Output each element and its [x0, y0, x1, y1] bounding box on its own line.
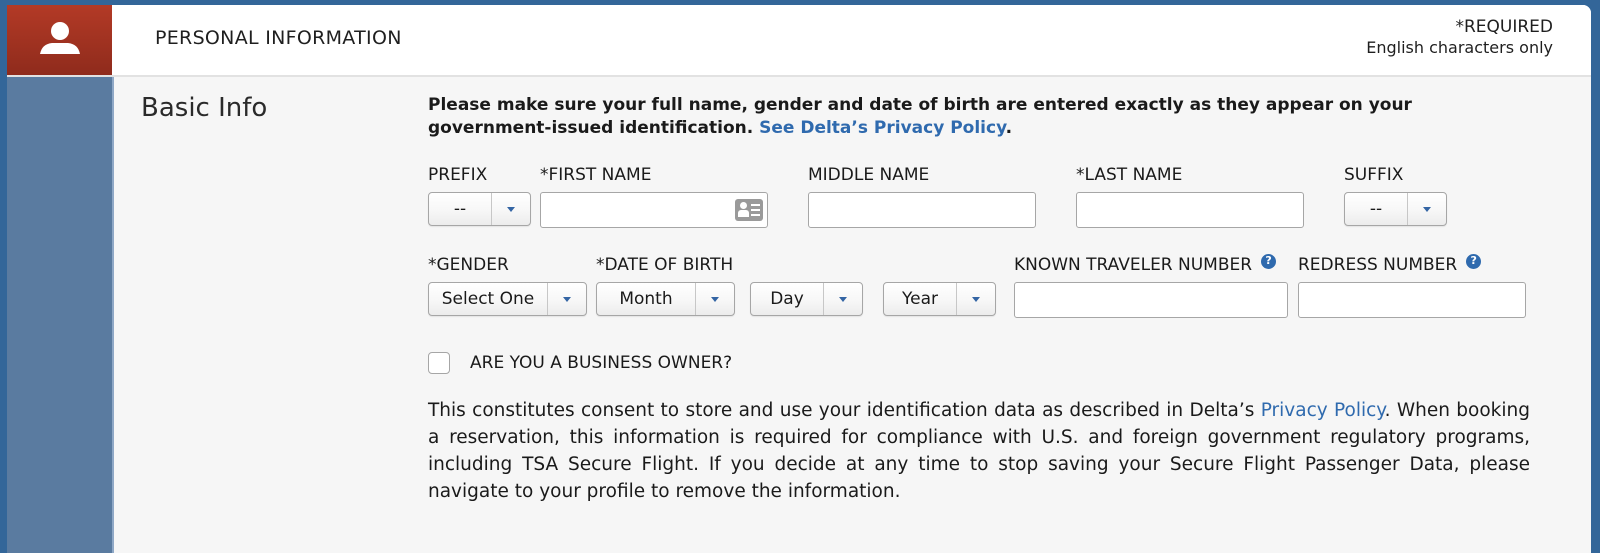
- header-icon-box: [7, 5, 112, 75]
- intro-text: Please make sure your full name, gender …: [428, 94, 1540, 140]
- last-name-field: *LAST NAME: [1076, 164, 1304, 228]
- dob-label: *DATE OF BIRTH: [596, 255, 734, 275]
- privacy-policy-link[interactable]: See Delta’s Privacy Policy: [759, 118, 1005, 138]
- suffix-field: SUFFIX --: [1344, 164, 1447, 226]
- middle-name-field: MIDDLE NAME: [808, 164, 1036, 228]
- chevron-down-icon: [711, 296, 719, 302]
- chevron-down-icon: [839, 296, 847, 302]
- prefix-select[interactable]: --: [428, 192, 531, 226]
- business-owner-row: ARE YOU A BUSINESS OWNER?: [428, 352, 732, 374]
- dob-year-select[interactable]: Year: [883, 282, 996, 316]
- suffix-dropdown-arrow[interactable]: [1407, 193, 1446, 225]
- dob-month-value: Month: [619, 289, 673, 309]
- header-notes: *REQUIRED English characters only: [1366, 17, 1553, 58]
- suffix-value: --: [1369, 199, 1383, 219]
- chevron-down-icon: [563, 296, 571, 302]
- known-traveler-field: KNOWN TRAVELER NUMBER?: [1014, 253, 1288, 318]
- month-dropdown-arrow[interactable]: [695, 283, 734, 315]
- middle-name-label: MIDDLE NAME: [808, 165, 930, 185]
- dob-year-value: Year: [902, 289, 938, 309]
- business-owner-label[interactable]: ARE YOU A BUSINESS OWNER?: [470, 353, 732, 373]
- known-traveler-label: KNOWN TRAVELER NUMBER: [1014, 255, 1253, 275]
- side-rail: [7, 5, 114, 553]
- last-name-input[interactable]: [1076, 192, 1304, 228]
- first-name-label: *FIRST NAME: [540, 165, 652, 185]
- dob-day-select[interactable]: Day: [750, 282, 863, 316]
- redress-input[interactable]: [1298, 282, 1526, 318]
- panel-header: PERSONAL INFORMATION *REQUIRED English c…: [7, 5, 1591, 77]
- gender-field: *GENDER Select One: [428, 254, 587, 316]
- gender-select[interactable]: Select One: [428, 282, 587, 316]
- middle-name-input[interactable]: [808, 192, 1036, 228]
- id-card-icon[interactable]: [735, 199, 763, 221]
- intro-text-end: .: [1005, 118, 1013, 138]
- gender-dropdown-arrow[interactable]: [547, 283, 586, 315]
- gender-label: *GENDER: [428, 255, 509, 275]
- required-note: *REQUIRED: [1455, 17, 1553, 37]
- chevron-down-icon: [507, 206, 515, 212]
- user-icon: [39, 22, 80, 54]
- gender-value: Select One: [441, 289, 535, 309]
- known-traveler-input[interactable]: [1014, 282, 1288, 318]
- basic-info-form: Please make sure your full name, gender …: [428, 94, 1540, 502]
- chevron-down-icon: [972, 296, 980, 302]
- first-name-field: *FIRST NAME: [540, 164, 768, 228]
- dob-field: *DATE OF BIRTH Month: [596, 254, 735, 316]
- day-dropdown-arrow[interactable]: [823, 283, 862, 315]
- personal-information-panel: PERSONAL INFORMATION *REQUIRED English c…: [7, 5, 1591, 553]
- consent-privacy-policy-link[interactable]: Privacy Policy: [1261, 400, 1385, 421]
- dob-month-select[interactable]: Month: [596, 282, 735, 316]
- dob-day-value: Day: [770, 289, 804, 309]
- last-name-label: *LAST NAME: [1076, 165, 1183, 185]
- suffix-label: SUFFIX: [1344, 165, 1404, 185]
- section-title: Basic Info: [141, 93, 268, 123]
- prefix-label: PREFIX: [428, 165, 488, 185]
- chevron-down-icon: [1423, 206, 1431, 212]
- first-name-input[interactable]: [540, 192, 768, 228]
- panel-title: PERSONAL INFORMATION: [155, 27, 402, 49]
- redress-label: REDRESS NUMBER: [1298, 255, 1458, 275]
- consent-text: This constitutes consent to store and us…: [428, 397, 1530, 505]
- redress-field: REDRESS NUMBER?: [1298, 253, 1526, 318]
- suffix-select[interactable]: --: [1344, 192, 1447, 226]
- year-dropdown-arrow[interactable]: [956, 283, 995, 315]
- consent-text-before: This constitutes consent to store and us…: [428, 400, 1261, 421]
- charset-note: English characters only: [1366, 38, 1553, 57]
- prefix-value: --: [453, 199, 467, 219]
- help-icon[interactable]: ?: [1466, 253, 1482, 269]
- business-owner-checkbox[interactable]: [428, 352, 450, 374]
- prefix-field: PREFIX --: [428, 164, 531, 226]
- prefix-dropdown-arrow[interactable]: [491, 193, 530, 225]
- help-icon[interactable]: ?: [1261, 253, 1277, 269]
